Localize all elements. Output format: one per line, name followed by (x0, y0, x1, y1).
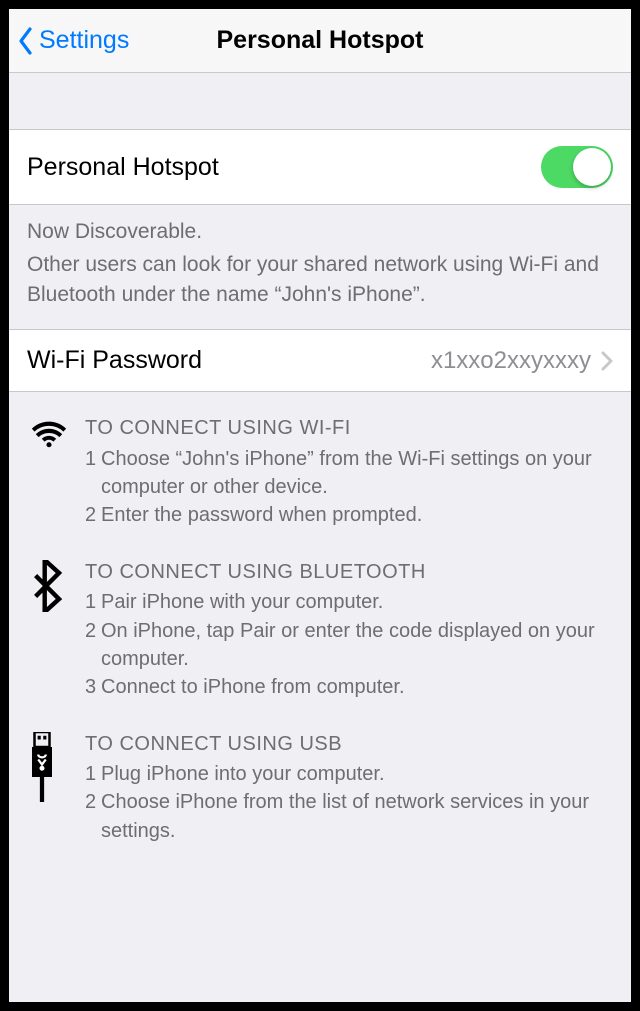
bluetooth-step: 2On iPhone, tap Pair or enter the code d… (85, 617, 619, 674)
discoverable-status: Now Discoverable. (27, 217, 613, 246)
wifi-password-value: x1xxo2xxyxxxy (431, 347, 591, 375)
wifi-step: 1Choose “John's iPhone” from the Wi-Fi s… (85, 445, 619, 502)
bluetooth-step: 3Connect to iPhone from computer. (85, 673, 619, 701)
bluetooth-heading: TO CONNECT USING BLUETOOTH (85, 558, 619, 586)
wifi-instructions: TO CONNECT USING WI-FI 1Choose “John's i… (29, 414, 619, 530)
bluetooth-icon (29, 558, 75, 702)
section-spacer (9, 73, 631, 129)
hotspot-toggle-cell[interactable]: Personal Hotspot (9, 129, 631, 205)
wifi-icon (29, 414, 75, 530)
discoverable-description: Other users can look for your shared net… (27, 253, 599, 305)
wifi-password-cell[interactable]: Wi-Fi Password x1xxo2xxyxxxy (9, 329, 631, 392)
hotspot-toggle[interactable] (541, 146, 613, 188)
bluetooth-instructions: TO CONNECT USING BLUETOOTH 1Pair iPhone … (29, 558, 619, 702)
navigation-bar: Settings Personal Hotspot (9, 9, 631, 73)
usb-step: 2Choose iPhone from the list of network … (85, 788, 619, 845)
wifi-step: 2Enter the password when prompted. (85, 501, 619, 529)
chevron-left-icon (17, 26, 35, 56)
back-label: Settings (39, 26, 129, 55)
instructions-section: TO CONNECT USING WI-FI 1Choose “John's i… (9, 392, 631, 855)
usb-instructions: TO CONNECT USING USB 1Plug iPhone into y… (29, 730, 619, 846)
usb-step: 1Plug iPhone into your computer. (85, 760, 619, 788)
usb-heading: TO CONNECT USING USB (85, 730, 619, 758)
wifi-heading: TO CONNECT USING WI-FI (85, 414, 619, 442)
wifi-password-label: Wi-Fi Password (27, 346, 202, 375)
discoverable-footer: Now Discoverable. Other users can look f… (9, 205, 631, 329)
usb-icon (29, 730, 75, 846)
chevron-right-icon (601, 351, 613, 371)
bluetooth-step: 1Pair iPhone with your computer. (85, 588, 619, 616)
back-button[interactable]: Settings (9, 9, 129, 72)
hotspot-toggle-label: Personal Hotspot (27, 153, 219, 182)
